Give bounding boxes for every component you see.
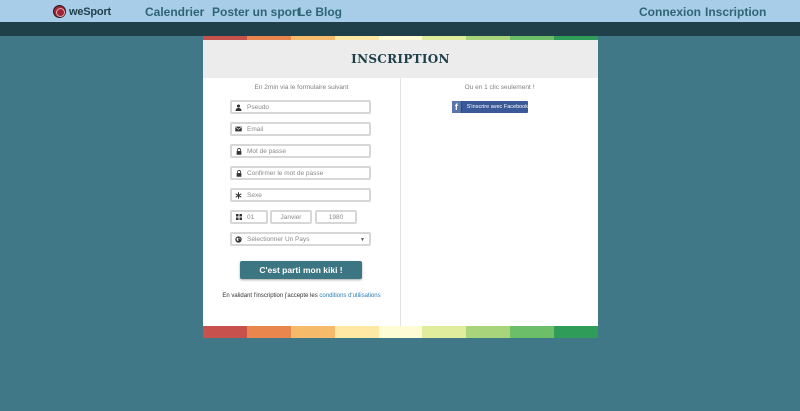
sub-bar [0,22,800,36]
nav-link-le-blog[interactable]: Le Blog [298,5,342,19]
stripe-segment [378,326,423,338]
stripe-segment [554,326,598,338]
asterisk-icon [235,191,242,199]
lock-icon [235,169,242,177]
password-field[interactable]: Mot de passe [230,144,371,158]
birth-year-field[interactable]: 1980 [315,210,357,224]
birth-day-value: 01 [247,213,255,221]
country-select[interactable]: Sélectionner Un Pays ▼ [230,232,371,246]
user-icon [235,103,242,111]
password-placeholder: Mot de passe [247,147,287,155]
facebook-signup-button[interactable]: f S'inscrire avec Facebook [452,101,528,113]
country-select-value: Sélectionner Un Pays [247,235,310,243]
stripe-segment [466,326,511,338]
globe-icon [235,235,242,243]
basketball-logo-icon [53,5,66,18]
submit-button[interactable]: C'est parti mon kiki ! [240,261,362,279]
logo-text: weSport [69,5,111,18]
logo[interactable]: weSport [53,4,111,19]
dropdown-caret-icon: ▼ [360,237,365,243]
confirm-password-field[interactable]: Confirmer le mot de passe [230,166,371,180]
form-subtitle: En 2min via le formulaire suivant [254,84,349,91]
stripe-segment [246,326,291,338]
birth-month-field[interactable]: Janvier [270,210,312,224]
terms-prefix: En validant l'inscription j'accepte les [222,293,318,299]
stripe-segment [203,326,247,338]
page-title: INSCRIPTION [351,52,450,66]
terms-text: En validant l'inscription j'accepte les … [203,293,400,299]
email-field[interactable]: Email [230,122,371,136]
calendar-grid-icon [235,214,242,221]
email-placeholder: Email [247,125,264,133]
nav-link-poster-un-sport[interactable]: Poster un sport [212,5,301,19]
stripe-segment [510,326,555,338]
social-subtitle: Ou en 1 clic seulement ! [464,84,535,91]
nav-link-connexion[interactable]: Connexion [639,5,701,19]
stripe-segment [422,326,467,338]
birth-month-value: Janvier [280,213,302,221]
facebook-signup-label: S'inscrire avec Facebook [466,104,528,110]
sexe-placeholder: Sexe [247,191,262,199]
stripe-segment [334,326,379,338]
sexe-field[interactable]: Sexe [230,188,371,202]
stripe-segment [290,326,335,338]
nav-link-calendrier[interactable]: Calendrier [145,5,204,19]
terms-link[interactable]: conditions d'utilisations [319,293,380,299]
pseudo-field[interactable]: Pseudo [230,100,371,114]
card-header: INSCRIPTION [203,40,598,78]
confirm-password-placeholder: Confirmer le mot de passe [247,169,324,177]
signup-card: INSCRIPTION En 2min via le formulaire su… [203,36,598,338]
pseudo-placeholder: Pseudo [247,103,270,111]
birth-day-field[interactable]: 01 [230,210,268,224]
facebook-icon: f [452,101,462,113]
birth-year-value: 1980 [328,213,344,221]
bottom-color-stripe [203,326,598,338]
nav-link-inscription[interactable]: Inscription [705,5,766,19]
lock-icon [235,147,242,155]
envelope-icon [235,126,242,133]
column-divider [400,78,401,326]
